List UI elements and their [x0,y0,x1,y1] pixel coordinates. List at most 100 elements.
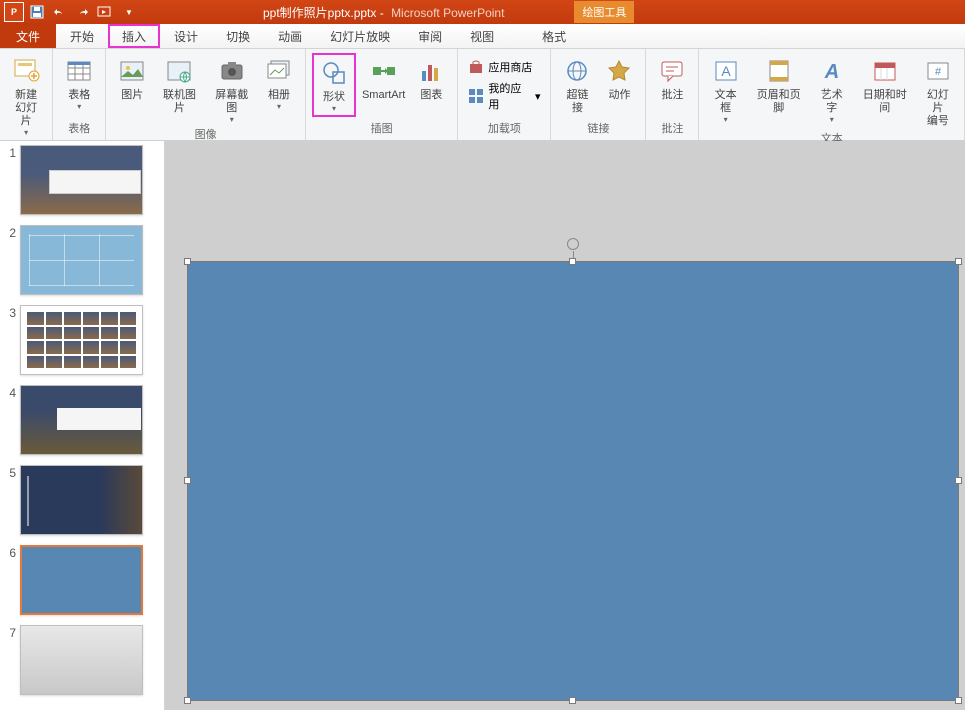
svg-text:#: # [935,66,942,78]
resize-handle[interactable] [955,697,962,704]
online-picture-label: 联机图片 [158,89,200,115]
slide-thumb-5[interactable]: 5 [2,465,162,535]
undo-button[interactable] [50,2,70,22]
resize-handle[interactable] [184,697,191,704]
resize-handle[interactable] [569,258,576,265]
table-label: 表格 [68,89,90,102]
table-icon [63,55,95,87]
app-icon[interactable]: P [4,2,24,22]
tab-file[interactable]: 文件 [0,24,56,48]
drawing-tools-tab[interactable]: 绘图工具 [574,1,634,23]
selected-shape[interactable] [187,261,959,701]
picture-icon [116,55,148,87]
comment-button[interactable]: 批注 [652,53,692,104]
rotate-handle[interactable] [567,238,579,250]
slide-thumb-4[interactable]: 4 [2,385,162,455]
tab-design[interactable]: 设计 [160,24,212,48]
new-slide-button[interactable]: 新建 幻灯片 ▾ [6,53,46,139]
chevron-down-icon: ▾ [724,115,728,124]
slide-thumb-1[interactable]: 1 [2,145,162,215]
comment-icon [656,55,688,87]
album-button[interactable]: 相册 ▾ [259,53,299,113]
slidenumber-icon: # [922,55,954,87]
chart-label: 图表 [420,89,442,102]
action-icon [603,55,635,87]
myapps-button[interactable]: 我的应用 ▾ [464,78,544,114]
save-button[interactable] [27,2,47,22]
quick-access-toolbar: P ▼ [0,2,143,22]
picture-label: 图片 [121,89,143,102]
document-title: ppt制作照片pptx.pptx - Microsoft PowerPoint [263,4,504,21]
tab-format[interactable]: 格式 [528,24,580,48]
action-button[interactable]: 动作 [599,53,639,104]
table-button[interactable]: 表格 ▾ [59,53,99,113]
tab-animations[interactable]: 动画 [264,24,316,48]
resize-handle[interactable] [184,258,191,265]
qat-dropdown[interactable]: ▼ [119,2,139,22]
store-icon [468,59,484,75]
thumb-preview [20,225,143,295]
chevron-down-icon: ▾ [277,102,281,111]
chart-icon [415,55,447,87]
slide-number: 5 [2,465,20,535]
redo-button[interactable] [73,2,93,22]
slide-panel[interactable]: 1 2 3 4 5 6 7 [0,141,165,710]
headerfooter-label: 页眉和页脚 [752,89,806,115]
album-label: 相册 [268,89,290,102]
resize-handle[interactable] [955,477,962,484]
hyperlink-label: 超链接 [561,89,593,115]
slide-thumb-7[interactable]: 7 [2,625,162,695]
title-bar: P ▼ ppt制作照片pptx.pptx - Microsoft PowerPo… [0,0,965,24]
title-sep: - [376,6,387,20]
resize-handle[interactable] [184,477,191,484]
tab-view[interactable]: 视图 [456,24,508,48]
new-slide-icon [10,55,42,87]
slidenumber-button[interactable]: # 幻灯片 编号 [918,53,958,130]
chart-button[interactable]: 图表 [411,53,451,104]
chevron-down-icon: ▾ [535,90,541,103]
group-tables-label: 表格 [59,120,99,139]
store-button[interactable]: 应用商店 [464,57,544,77]
ribbon-tabs: 文件 开始 插入 设计 切换 动画 幻灯片放映 审阅 视图 格式 [0,24,965,49]
datetime-button[interactable]: 日期和时间 [854,53,916,117]
hyperlink-icon [561,55,593,87]
shapes-button[interactable]: 形状 ▾ [312,53,356,117]
resize-handle[interactable] [955,258,962,265]
chevron-down-icon: ▾ [830,115,834,124]
thumb-preview [20,625,143,695]
slide-edit-area[interactable] [165,141,965,710]
thumb-preview [20,465,143,535]
group-addins: 应用商店 我的应用 ▾ 加载项 [458,49,551,140]
slide-number: 7 [2,625,20,695]
album-icon [263,55,295,87]
svg-text:A: A [824,61,839,83]
tab-review[interactable]: 审阅 [404,24,456,48]
doc-name: ppt制作照片pptx.pptx [263,6,376,20]
screenshot-label: 屏幕截图 [211,89,253,115]
chevron-down-icon: ▾ [230,115,234,124]
resize-handle[interactable] [569,697,576,704]
myapps-label: 我的应用 [488,80,531,112]
tab-slideshow[interactable]: 幻灯片放映 [316,24,404,48]
slide-number: 1 [2,145,20,215]
slide-thumb-2[interactable]: 2 [2,225,162,295]
hyperlink-button[interactable]: 超链接 [557,53,597,117]
wordart-button[interactable]: A 艺术字 ▾ [812,53,852,126]
thumb-preview [20,545,143,615]
tab-home[interactable]: 开始 [56,24,108,48]
datetime-label: 日期和时间 [858,89,912,115]
slide-thumb-6[interactable]: 6 [2,545,162,615]
shapes-label: 形状 [323,91,345,104]
slide-thumb-3[interactable]: 3 [2,305,162,375]
smartart-button[interactable]: SmartArt [358,53,409,104]
chevron-down-icon: ▾ [77,102,81,111]
slide-number: 4 [2,385,20,455]
start-slideshow-button[interactable] [96,2,116,22]
screenshot-button[interactable]: 屏幕截图 ▾ [207,53,257,126]
textbox-button[interactable]: A 文本框 ▾ [705,53,745,126]
picture-button[interactable]: 图片 [112,53,152,104]
headerfooter-button[interactable]: 页眉和页脚 [748,53,810,117]
tab-insert[interactable]: 插入 [108,24,160,48]
online-picture-button[interactable]: 联机图片 [154,53,204,117]
tab-transitions[interactable]: 切换 [212,24,264,48]
